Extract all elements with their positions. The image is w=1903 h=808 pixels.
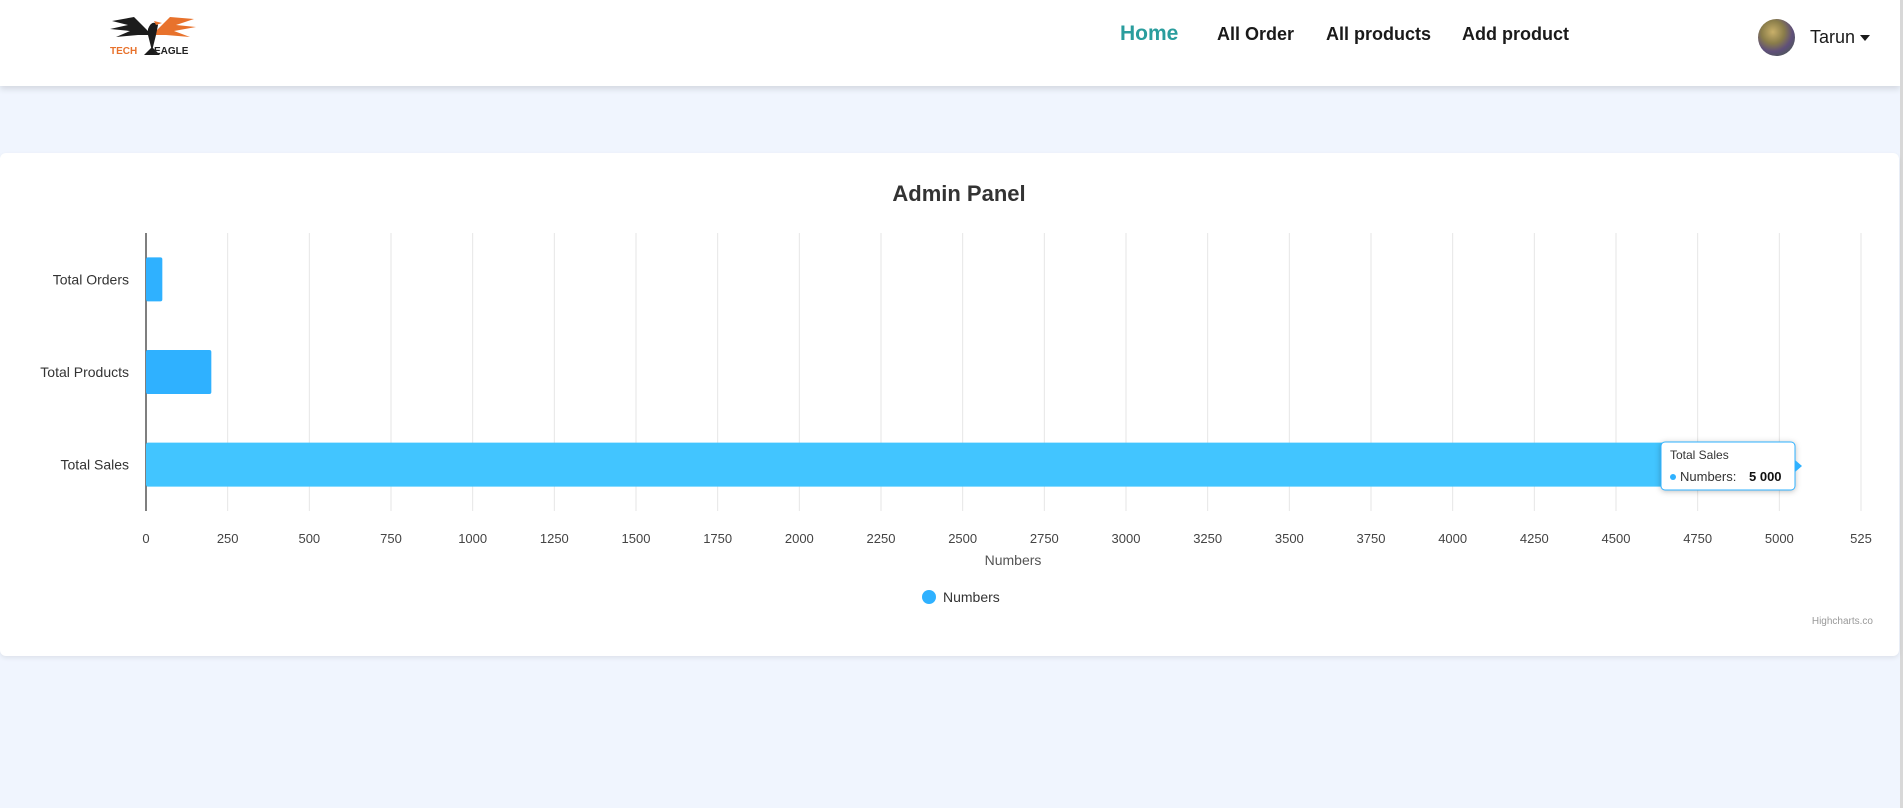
logo-text-right: EAGLE (154, 46, 189, 57)
x-tick-label: 4500 (1602, 531, 1631, 546)
chevron-down-icon[interactable] (1860, 35, 1870, 41)
x-tick-label: 3750 (1357, 531, 1386, 546)
x-tick-label: 1500 (622, 531, 651, 546)
x-tick-label: 525 (1850, 531, 1872, 546)
x-tick-label: 5000 (1765, 531, 1794, 546)
x-tick-label: 2750 (1030, 531, 1059, 546)
nav-home[interactable]: Home (1120, 22, 1178, 46)
x-tick-label: 2250 (867, 531, 896, 546)
legend-label: Numbers (943, 589, 1000, 605)
chart-credits: Highcharts.co (1812, 616, 1874, 627)
bar (146, 257, 163, 302)
x-tick-label: 0 (142, 531, 149, 546)
y-category-label: Total Products (40, 364, 129, 380)
y-category-label: Total Sales (61, 457, 129, 473)
bar (146, 350, 212, 394)
x-tick-label: 3250 (1193, 531, 1222, 546)
nav-all-order[interactable]: All Order (1217, 24, 1294, 45)
brand-logo[interactable]: TECH EAGLE (104, 11, 200, 65)
x-tick-label: 3000 (1112, 531, 1141, 546)
tooltip-value: 5 000 (1749, 469, 1782, 484)
avatar[interactable] (1758, 19, 1795, 56)
tooltip-category: Total Sales (1670, 448, 1729, 462)
nav-all-products[interactable]: All products (1326, 24, 1431, 45)
x-tick-label: 500 (298, 531, 320, 546)
x-tick-label: 2000 (785, 531, 814, 546)
x-tick-label: 1250 (540, 531, 569, 546)
chart-card: Admin Panel 0 250 500 750 1000 1250 1500 1750 200… (0, 153, 1899, 656)
top-navbar: TECH EAGLE Home All Order All products A… (0, 0, 1900, 86)
tooltip-marker (1670, 474, 1676, 480)
x-tick-label: 250 (217, 531, 239, 546)
bar-chart: Admin Panel 0 250 500 750 1000 1250 1500 1750 200… (40, 181, 1874, 627)
x-tick-label: 4000 (1438, 531, 1467, 546)
tooltip-series: Numbers: (1680, 469, 1736, 484)
bar (146, 442, 1780, 487)
user-name[interactable]: Tarun (1810, 27, 1855, 48)
x-tick-label: 2500 (948, 531, 977, 546)
nav-add-product[interactable]: Add product (1462, 24, 1569, 45)
logo-text-left: TECH (110, 46, 138, 57)
x-tick-label: 750 (380, 531, 402, 546)
x-tick-label: 4750 (1683, 531, 1712, 546)
x-tick-label: 1000 (458, 531, 487, 546)
legend-marker (922, 590, 936, 604)
x-axis-title: Numbers (985, 552, 1042, 568)
x-tick-label: 3500 (1275, 531, 1304, 546)
tooltip-pointer (1795, 460, 1802, 472)
y-category-label: Total Orders (53, 271, 129, 287)
chart-title: Admin Panel (892, 181, 1025, 206)
x-tick-label: 4250 (1520, 531, 1549, 546)
x-tick-label: 1750 (703, 531, 732, 546)
